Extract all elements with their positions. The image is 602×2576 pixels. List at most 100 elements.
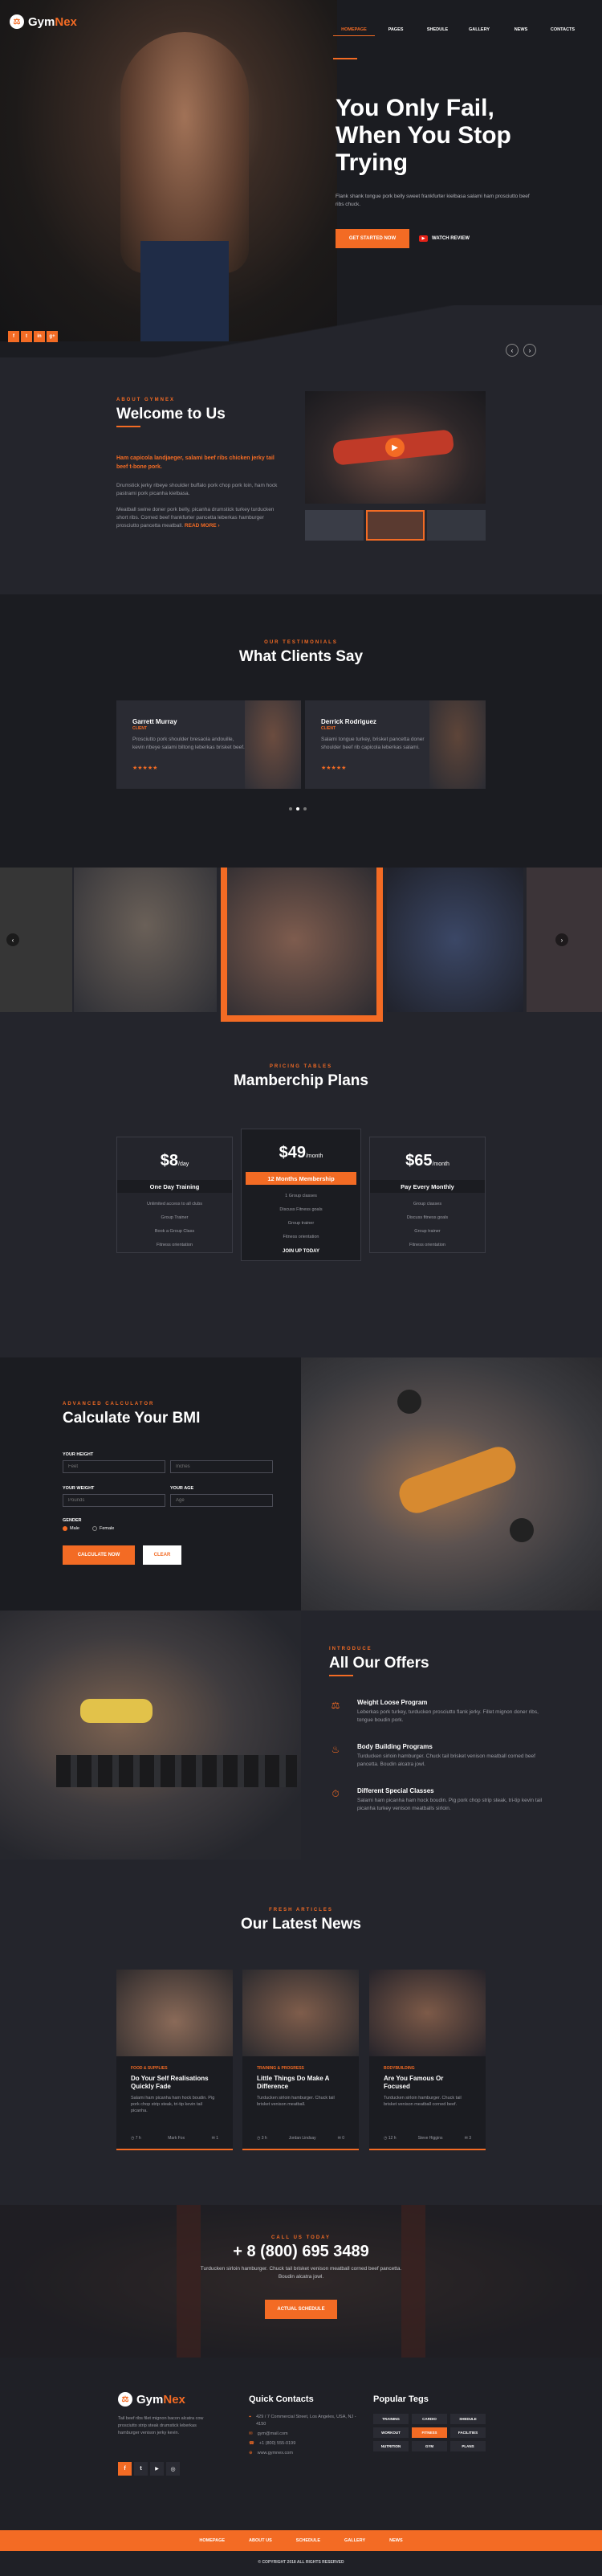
plan-price-per-3: /month [432,1161,449,1167]
cta-overlay [0,2205,602,2358]
contact-site[interactable]: www.gymnex.com [258,2450,293,2457]
gallery-section: ‹ › [0,868,602,1036]
slider-prev-icon[interactable]: ‹ [506,344,519,357]
youtube-icon[interactable]: ▶ [150,2462,164,2476]
footer-link-schedule[interactable]: SCHEDULE [296,2538,320,2543]
footer-link-news[interactable]: NEWS [389,2538,403,2543]
about-thumb-1[interactable] [305,510,364,541]
slider-next-icon[interactable]: › [523,344,536,357]
comment-icon: ✉ 3 [464,2136,471,2141]
news-card-2[interactable]: TRAINING & PROGRESS Little Things Do Mak… [242,1970,359,2150]
about-thumb-2[interactable] [366,510,425,541]
facebook-icon[interactable]: f [118,2462,132,2476]
youtube-play-icon: ▶ [419,235,428,242]
clock-icon: ◷ 12 h [384,2136,397,2141]
testimonial-card-1: Garrett Murray CLIENT Prosciutto pork sh… [116,700,301,789]
news-text-3: Turducken sirloin hamburger. Chuck tail … [384,2096,462,2107]
tag-training[interactable]: TRAINING [373,2414,409,2424]
cta-kicker: CALL US TODAY [271,2235,331,2240]
footer-link-homepage[interactable]: HOMEPAGE [199,2538,225,2543]
news-card-1[interactable]: FOOD & SUPPLIES Do Your Self Realisation… [116,1970,233,2150]
dot-1[interactable] [289,807,292,810]
plan-price-value-2: $49 [279,1144,306,1161]
plan-card-3: $65/month Pay Every Monthly Group classe… [369,1137,486,1253]
plan-feature: Fitness orientation [409,1243,445,1247]
gallery-next-icon[interactable]: › [555,933,568,946]
twitter-icon[interactable]: t [134,2462,148,2476]
testimonial-avatar-1 [245,700,301,789]
main-nav: HOMEPAGE PAGES SHEDULE GALLERY NEWS CONT… [333,27,584,36]
nav-contacts[interactable]: CONTACTS [542,27,584,36]
offer-item-1: ⚖ Weight Loose Program Leberkas pork tur… [329,1699,546,1725]
contact-phone[interactable]: +1 (800) 555-0199 [259,2440,295,2447]
height-inches-input[interactable] [170,1460,273,1473]
gender-male-radio[interactable]: Male [63,1526,79,1531]
plans-section: PRICING TABLES Mamberchip Plans $8/day O… [0,1036,602,1357]
plan-feature: 1 Group classes [285,1194,317,1198]
plan-feature: Group Trainer [161,1215,189,1220]
tag-fitness[interactable]: FITNESS [412,2427,447,2438]
join-up-button[interactable]: JOIN UP TODAY [242,1249,360,1254]
dot-3[interactable] [303,807,307,810]
watch-review-button[interactable]: ▶ WATCH REVIEW [419,229,470,248]
instagram-icon[interactable]: ◎ [166,2462,180,2476]
tag-gym[interactable]: GYM [412,2441,447,2451]
weight-input[interactable] [63,1494,165,1507]
footer-link-gallery[interactable]: GALLERY [344,2538,365,2543]
tag-nutrition[interactable]: NUTRITION [373,2441,409,2451]
cta-text: Turducken sirloin hamburger. Chuck tail … [200,2266,402,2280]
nav-shedule[interactable]: SHEDULE [417,27,458,36]
tag-facilities[interactable]: FACILITIES [450,2427,486,2438]
height-feet-input[interactable] [63,1460,165,1473]
news-comments-3: 3 [469,2136,471,2141]
female-label: Female [100,1526,115,1531]
dot-2[interactable] [296,807,299,810]
tag-workout[interactable]: WORKOUT [373,2427,409,2438]
google-plus-icon[interactable]: g+ [47,331,58,342]
offer-text-1: Leberkas pork turkey, turducken prosciut… [357,1709,539,1723]
plan-features-2: 1 Group classes Discuss Fitness goals Gr… [242,1190,360,1244]
read-more-link[interactable]: READ MORE › [185,523,220,529]
brand-logo[interactable]: ⚖ GymNex [10,14,77,29]
testimonial-text-2: Salami tongue turkey, brisket pancetta d… [321,737,425,750]
nav-gallery[interactable]: GALLERY [458,27,500,36]
tag-cardio[interactable]: CARDIO [412,2414,447,2424]
actual-schedule-button[interactable]: ACTUAL SCHEDULE [265,2300,337,2319]
hero-title: You Only Fail, When You Stop Trying [336,95,511,177]
nav-homepage[interactable]: HOMEPAGE [333,27,375,36]
gallery-item-4[interactable] [387,868,523,1012]
contact-email[interactable]: gym@mail.com [258,2431,288,2438]
news-card-3[interactable]: BODYBUILDING Are You Famous Or Focused Tu… [369,1970,486,2150]
tag-shedule[interactable]: SHEDULE [450,2414,486,2424]
news-cat-1: FOOD & SUPPLIES [131,2066,168,2071]
cta-phone[interactable]: + 8 (800) 695 3489 [0,2243,602,2261]
twitter-icon[interactable]: t [21,331,32,342]
about-thumb-3[interactable] [427,510,486,541]
age-input[interactable] [170,1494,273,1507]
nav-pages[interactable]: PAGES [375,27,417,36]
clock-icon: ◷ 7 h [131,2136,141,2141]
gender-female-radio[interactable]: Female [92,1526,114,1531]
about-title: Welcome to Us [116,406,226,423]
facebook-icon[interactable]: f [8,331,19,342]
gallery-prev-icon[interactable]: ‹ [6,933,19,946]
footer-social: f t ▶ ◎ [118,2462,180,2476]
tag-plans[interactable]: PLANS [450,2441,486,2451]
news-headline-1-line-1: Do Your Self Realisations [131,2075,209,2082]
news-image-1 [116,1970,233,2056]
calculate-button[interactable]: CALCULATE NOW [63,1545,135,1565]
clear-button[interactable]: CLEAR [143,1545,181,1565]
gender-label: GENDER [63,1518,82,1523]
plan-name-2: 12 Months Membership [246,1172,356,1185]
offers-title-bar [329,1675,353,1676]
get-started-button[interactable]: GET STARTED NOW [336,229,409,248]
gallery-item-2[interactable] [74,868,217,1012]
nav-news[interactable]: NEWS [500,27,542,36]
footer-link-about[interactable]: ABOUT US [249,2538,272,2543]
play-video-icon[interactable]: ▶ [385,438,405,457]
footer-logo[interactable]: ⚖ GymNex [118,2392,185,2407]
footer-about: Tail beef ribs filet mignon bacon alcatr… [118,2416,204,2435]
plan-feature: Fitness orientation [283,1235,319,1239]
linkedin-icon[interactable]: in [34,331,45,342]
gallery-item-3-active[interactable] [221,868,383,1022]
